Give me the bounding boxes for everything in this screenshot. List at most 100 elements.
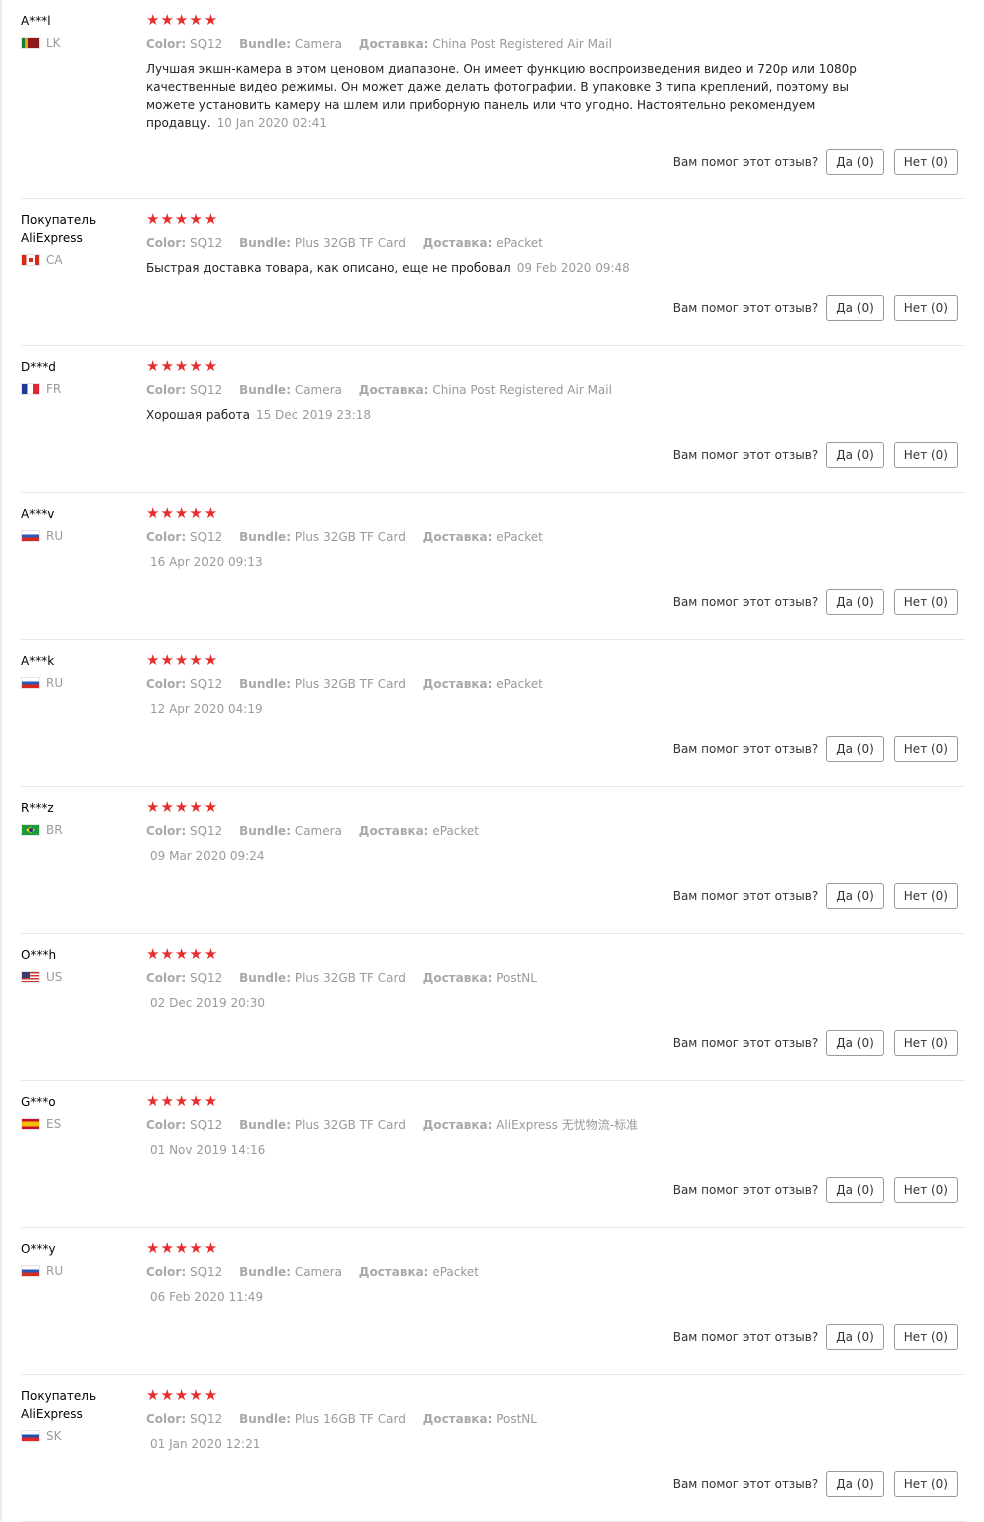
helpful-yes-button[interactable]: Да (0)	[826, 1177, 884, 1203]
spain-flag-icon	[21, 1118, 40, 1130]
attr-shipping-value: ePacket	[432, 1265, 479, 1279]
review-item: O***h US ★★★★★ Color: SQ12 Bundle: Plus …	[21, 934, 965, 1081]
review-content: Хорошая работа 15 Dec 2019 23:18	[146, 406, 866, 424]
attr-bundle: Bundle: Camera	[239, 37, 342, 51]
attr-shipping: Доставка: ePacket	[423, 530, 543, 544]
review-item: O***y RU ★★★★★ Color: SQ12 Bundle: Camer…	[21, 1228, 965, 1375]
helpful-yes-button[interactable]: Да (0)	[826, 1471, 884, 1497]
helpful-no-button[interactable]: Нет (0)	[893, 1324, 958, 1350]
attr-bundle-label: Bundle:	[239, 824, 291, 838]
attr-color: Color: SQ12	[146, 677, 222, 691]
order-attributes: Color: SQ12 Bundle: Plus 32GB TF Card До…	[146, 1116, 965, 1134]
attr-bundle-value: Plus 32GB TF Card	[294, 677, 406, 691]
attr-color: Color: SQ12	[146, 971, 222, 985]
helpful-yes-button[interactable]: Да (0)	[826, 1324, 884, 1350]
reviewer-country: RU	[21, 676, 136, 690]
order-attributes: Color: SQ12 Bundle: Plus 32GB TF Card До…	[146, 969, 965, 987]
star-rating: ★★★★★	[146, 945, 219, 963]
order-attributes: Color: SQ12 Bundle: Plus 32GB TF Card До…	[146, 528, 965, 546]
reviewer-info: R***z BR	[21, 799, 136, 837]
reviewer-name: O***y	[21, 1242, 56, 1256]
helpful-no-button[interactable]: Нет (0)	[893, 1030, 958, 1056]
attr-bundle-value: Camera	[294, 383, 342, 397]
helpful-bar: Вам помог этот отзыв? Да (0) Нет (0)	[673, 1030, 958, 1056]
helpful-yes-button[interactable]: Да (0)	[826, 1030, 884, 1056]
review-feedback: ★★★★★ Color: SQ12 Bundle: Camera Доставк…	[146, 1238, 965, 1306]
helpful-no-button[interactable]: Нет (0)	[893, 736, 958, 762]
reviewer-country: FR	[21, 382, 136, 396]
attr-bundle: Bundle: Camera	[239, 383, 342, 397]
review-content: 16 Apr 2020 09:13	[146, 553, 866, 571]
helpful-yes-button[interactable]: Да (0)	[826, 736, 884, 762]
review-date: 02 Dec 2019 20:30	[150, 996, 266, 1010]
attr-shipping-label: Доставка:	[422, 530, 493, 544]
attr-shipping: Доставка: PostNL	[423, 1412, 537, 1426]
helpful-prompt: Вам помог этот отзыв?	[672, 889, 819, 903]
helpful-prompt: Вам помог этот отзыв?	[672, 1330, 819, 1344]
order-attributes: Color: SQ12 Bundle: Plus 32GB TF Card До…	[146, 234, 965, 252]
attr-shipping-label: Доставка:	[422, 677, 493, 691]
star-rating: ★★★★★	[146, 210, 219, 228]
attr-shipping: Доставка: AliExpress 无忧物流-标准	[423, 1118, 638, 1132]
attr-color-label: Color:	[146, 1118, 187, 1132]
attr-bundle: Bundle: Camera	[239, 1265, 342, 1279]
attr-shipping-value: ePacket	[496, 530, 543, 544]
attr-shipping: Доставка: ePacket	[423, 677, 543, 691]
attr-shipping-value: PostNL	[496, 971, 537, 985]
attr-shipping: Доставка: China Post Registered Air Mail	[359, 37, 612, 51]
helpful-yes-button[interactable]: Да (0)	[826, 149, 884, 175]
helpful-no-button[interactable]: Нет (0)	[893, 883, 958, 909]
france-flag-icon	[21, 383, 40, 395]
helpful-bar: Вам помог этот отзыв? Да (0) Нет (0)	[673, 1324, 958, 1350]
helpful-prompt: Вам помог этот отзыв?	[672, 448, 819, 462]
review-date: 12 Apr 2020 04:19	[150, 702, 263, 716]
review-content: 12 Apr 2020 04:19	[146, 700, 866, 718]
attr-color-label: Color:	[146, 530, 187, 544]
helpful-no-button[interactable]: Нет (0)	[893, 442, 958, 468]
order-attributes: Color: SQ12 Bundle: Plus 32GB TF Card До…	[146, 675, 965, 693]
review-item: A***l LK ★★★★★ Color: SQ12 Bundle: Camer…	[21, 0, 965, 199]
helpful-yes-button[interactable]: Да (0)	[826, 589, 884, 615]
reviewer-info: A***k RU	[21, 652, 136, 690]
review-item: R***z BR ★★★★★ Color: SQ12 Bundle: Camer…	[21, 787, 965, 934]
russia-flag-icon	[21, 1265, 40, 1277]
reviewer-country: SK	[21, 1429, 136, 1443]
reviewer-name: A***k	[21, 654, 55, 668]
review-content: 09 Mar 2020 09:24	[146, 847, 866, 865]
reviewer-name: G***o	[21, 1095, 56, 1109]
attr-bundle-value: Plus 32GB TF Card	[294, 530, 406, 544]
attr-color-label: Color:	[146, 383, 187, 397]
helpful-prompt: Вам помог этот отзыв?	[672, 155, 819, 169]
helpful-no-button[interactable]: Нет (0)	[893, 1177, 958, 1203]
review-date: 01 Nov 2019 14:16	[150, 1143, 266, 1157]
helpful-bar: Вам помог этот отзыв? Да (0) Нет (0)	[673, 442, 958, 468]
helpful-prompt: Вам помог этот отзыв?	[672, 1036, 819, 1050]
attr-color: Color: SQ12	[146, 1118, 222, 1132]
attr-color-label: Color:	[146, 37, 187, 51]
review-date: 09 Mar 2020 09:24	[150, 849, 265, 863]
attr-bundle-label: Bundle:	[239, 383, 291, 397]
helpful-no-button[interactable]: Нет (0)	[893, 589, 958, 615]
country-code: LK	[46, 36, 61, 50]
helpful-no-button[interactable]: Нет (0)	[893, 1471, 958, 1497]
attr-bundle-value: Camera	[294, 37, 342, 51]
helpful-prompt: Вам помог этот отзыв?	[672, 595, 819, 609]
reviewer-info: A***l LK	[21, 12, 136, 50]
review-date: 15 Dec 2019 23:18	[255, 408, 372, 422]
attr-color-value: SQ12	[189, 236, 223, 250]
helpful-yes-button[interactable]: Да (0)	[826, 883, 884, 909]
helpful-no-button[interactable]: Нет (0)	[893, 295, 958, 321]
helpful-no-button[interactable]: Нет (0)	[893, 149, 958, 175]
helpful-yes-button[interactable]: Да (0)	[826, 442, 884, 468]
country-code: ES	[46, 1117, 62, 1131]
attr-bundle-value: Plus 32GB TF Card	[294, 236, 406, 250]
review-date: 10 Jan 2020 02:41	[216, 116, 327, 130]
review-feedback: ★★★★★ Color: SQ12 Bundle: Camera Доставк…	[146, 797, 965, 865]
helpful-bar: Вам помог этот отзыв? Да (0) Нет (0)	[673, 589, 958, 615]
helpful-yes-button[interactable]: Да (0)	[826, 295, 884, 321]
star-rating: ★★★★★	[146, 357, 219, 375]
review-content: 01 Nov 2019 14:16	[146, 1141, 866, 1159]
russia-flag-icon	[21, 530, 40, 542]
attr-shipping-label: Доставка:	[358, 824, 429, 838]
review-content: 01 Jan 2020 12:21	[146, 1435, 866, 1453]
